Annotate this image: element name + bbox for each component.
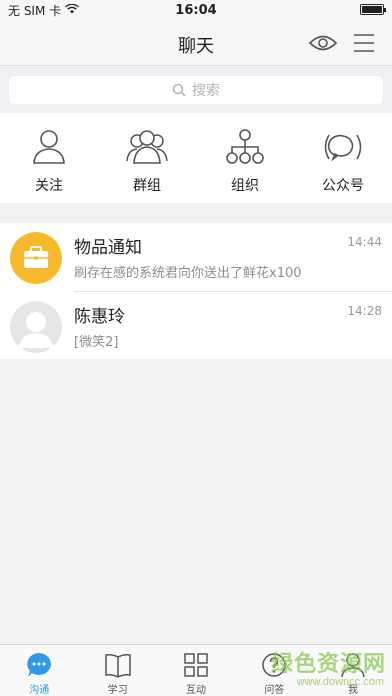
tab-label: 学习 [107,685,128,696]
grid-icon [182,651,210,679]
person-icon [27,127,71,167]
status-bar: 无 SIM 卡 16:04 [0,0,392,20]
tab-interact[interactable]: 互动 [157,645,235,696]
group-icon [125,127,169,167]
quick-actions: 关注 群组 组织 公众号 [0,113,392,203]
conversation-preview: [微笑2] [74,335,119,350]
quick-action-follow[interactable]: 关注 [0,113,98,203]
quick-action-label: 关注 [35,178,63,194]
quick-action-label: 组织 [231,178,259,194]
quick-action-organization[interactable]: 组织 [196,113,294,203]
conversation-time: 14:44 [347,235,382,249]
conversation-title: 陈惠玲 [74,307,125,327]
broadcast-icon [321,127,365,167]
battery-fill [362,6,382,13]
conversation-title: 物品通知 [74,238,142,258]
briefcase-icon [10,232,62,284]
tab-label: 互动 [186,685,207,696]
conversation-time: 14:28 [347,304,382,318]
quick-action-label: 公众号 [322,178,364,194]
search-placeholder: 搜索 [192,83,220,99]
eye-icon[interactable] [308,32,338,54]
search-icon [172,83,186,97]
tab-label: 问答 [264,685,285,696]
tab-learn[interactable]: 学习 [78,645,156,696]
default-avatar-icon [10,301,62,353]
search-input[interactable]: 搜索 [9,76,383,104]
tab-chat[interactable]: 沟通 [0,645,78,696]
quick-action-official-accounts[interactable]: 公众号 [294,113,392,203]
conversation-row[interactable]: 物品通知 刷存在感的系统君向你送出了鲜花x100 14:44 [0,223,392,291]
chat-bubble-icon [25,651,53,679]
nav-bar: 聊天 [0,20,392,66]
battery-icon [360,4,386,15]
org-chart-icon [223,127,267,167]
status-time: 16:04 [175,2,217,18]
conversation-preview: 刷存在感的系统君向你送出了鲜花x100 [74,266,302,281]
watermark-url: www.downcc.com [296,676,384,688]
watermark-logo: 绿色资源网 [270,652,386,677]
conversation-row[interactable]: 陈惠玲 [微笑2] 14:28 [10,291,392,359]
search-area: 搜索 [0,67,392,113]
quick-action-label: 群组 [133,178,161,194]
quick-action-groups[interactable]: 群组 [98,113,196,203]
book-icon [104,651,132,679]
tab-label: 沟通 [29,685,50,696]
conversation-list: 物品通知 刷存在感的系统君向你送出了鲜花x100 14:44 陈惠玲 [微笑2]… [0,223,392,359]
menu-icon[interactable] [352,32,376,54]
